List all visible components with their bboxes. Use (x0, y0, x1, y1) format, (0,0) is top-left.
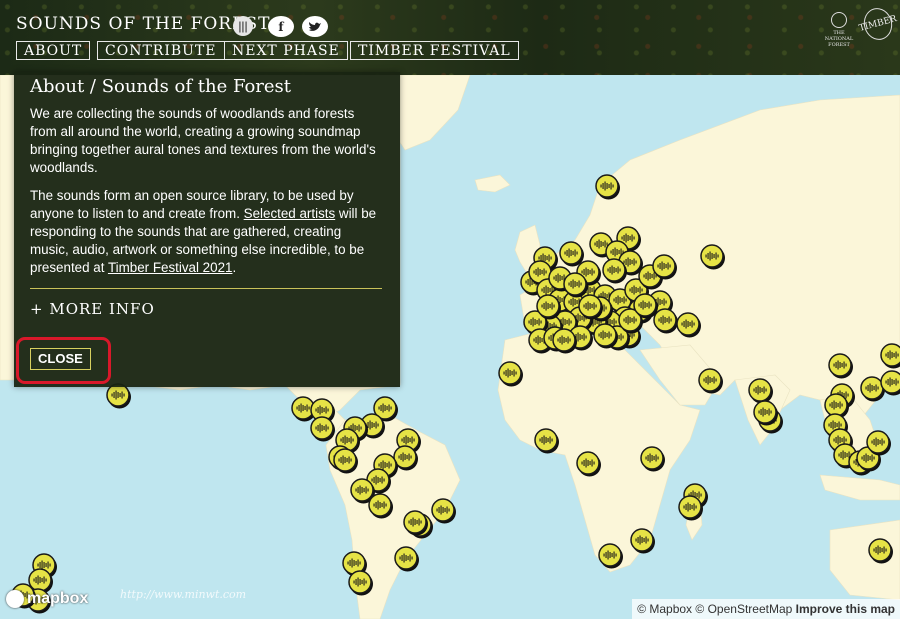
header-bar: SOUNDS OF THE FOREST ||| f ABOUT CONTRIB… (0, 0, 900, 75)
mapbox-logo[interactable]: mapbox (6, 590, 88, 608)
nav-next-phase[interactable]: NEXT PHASE (224, 41, 348, 60)
close-button[interactable]: CLOSE (30, 348, 91, 370)
watermark: http://www.minwt.com (120, 588, 247, 601)
divider (30, 288, 382, 289)
about-paragraph-2: The sounds form an open source library, … (30, 188, 377, 275)
selected-artists-link[interactable]: Selected artists (244, 206, 336, 221)
mapbox-attribution-link[interactable]: © Mapbox (637, 602, 692, 616)
about-title: About / Sounds of the Forest (30, 76, 292, 97)
osm-attribution-link[interactable]: © OpenStreetMap (695, 602, 792, 616)
improve-map-link[interactable]: Improve this map (796, 602, 895, 616)
more-info-toggle[interactable]: + MORE INFO (30, 300, 155, 318)
twitter-icon[interactable] (302, 16, 328, 37)
about-panel: About / Sounds of the Forest We are coll… (14, 72, 400, 387)
about-paragraph-1: We are collecting the sounds of woodland… (30, 106, 376, 175)
facebook-icon[interactable]: f (268, 16, 294, 37)
mapbox-icon (6, 590, 24, 608)
nav-timber-festival[interactable]: TIMBER FESTIVAL (350, 41, 519, 60)
timber-festival-link[interactable]: Timber Festival 2021 (108, 260, 233, 275)
nav-about[interactable]: ABOUT (16, 41, 91, 60)
timber-logo[interactable]: TIMBER (858, 4, 898, 44)
nav-contribute[interactable]: CONTRIBUTE (97, 41, 225, 60)
map-attribution: © Mapbox © OpenStreetMap Improve this ma… (632, 599, 900, 619)
national-forest-logo[interactable]: THE NATIONAL FOREST (820, 10, 858, 48)
tree-icon (831, 12, 847, 28)
sound-icon[interactable]: ||| (233, 16, 253, 36)
